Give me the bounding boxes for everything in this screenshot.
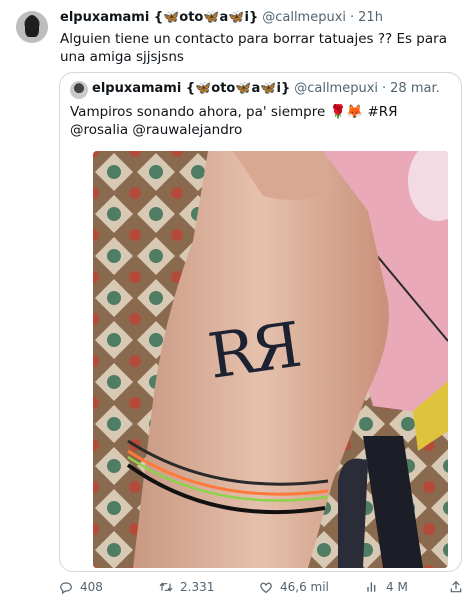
tattoo-photo[interactable]: RЯ [93, 151, 448, 568]
quote-author-handle: @callmepuxi [294, 81, 379, 96]
share-button[interactable] [448, 576, 464, 598]
timestamp[interactable]: 21h [358, 10, 383, 25]
share-icon [450, 580, 462, 593]
tweet[interactable]: elpuxamami {🦋oto🦋a🦋i} @callmepuxi · 21h … [0, 0, 474, 606]
reply-button[interactable]: 408 [58, 576, 103, 598]
tweet-text: Alguien tiene un contacto para borrar ta… [60, 31, 447, 65]
action-bar: 408 2.331 46,6 mil 4 M [58, 576, 468, 598]
tweet-header: elpuxamami {🦋oto🦋a🦋i} @callmepuxi · 21h [60, 10, 383, 25]
retweet-count: 2.331 [180, 580, 215, 594]
bar-chart-icon [367, 582, 376, 592]
heart-icon [260, 582, 272, 594]
quoted-tweet[interactable]: elpuxamami {🦋oto🦋a🦋i} @callmepuxi · 28 m… [59, 72, 462, 572]
tattoo-text: RЯ [203, 308, 302, 393]
quote-timestamp: 28 mar. [390, 81, 440, 96]
avatar[interactable] [16, 11, 48, 43]
quote-author-name: elpuxamami {🦋oto🦋a🦋i} [92, 81, 291, 96]
reply-count: 408 [80, 580, 103, 594]
author-name[interactable]: elpuxamami {🦋oto🦋a🦋i} [60, 10, 258, 25]
quote-avatar [70, 81, 88, 99]
like-button[interactable]: 46,6 mil [258, 576, 329, 598]
quote-text: Vampiros sonando ahora, pa' siempre 🌹🦊 #… [70, 104, 398, 138]
separator: · [350, 10, 355, 25]
like-count: 46,6 mil [280, 580, 329, 594]
retweet-button[interactable]: 2.331 [158, 576, 214, 598]
view-count: 4 M [386, 580, 408, 594]
retweet-icon [159, 582, 173, 592]
quote-separator: · [382, 81, 387, 96]
quote-header: elpuxamami {🦋oto🦋a🦋i} @callmepuxi · 28 m… [92, 81, 440, 96]
views-button[interactable]: 4 M [364, 576, 408, 598]
reply-icon [60, 582, 72, 595]
author-handle[interactable]: @callmepuxi [262, 10, 346, 25]
